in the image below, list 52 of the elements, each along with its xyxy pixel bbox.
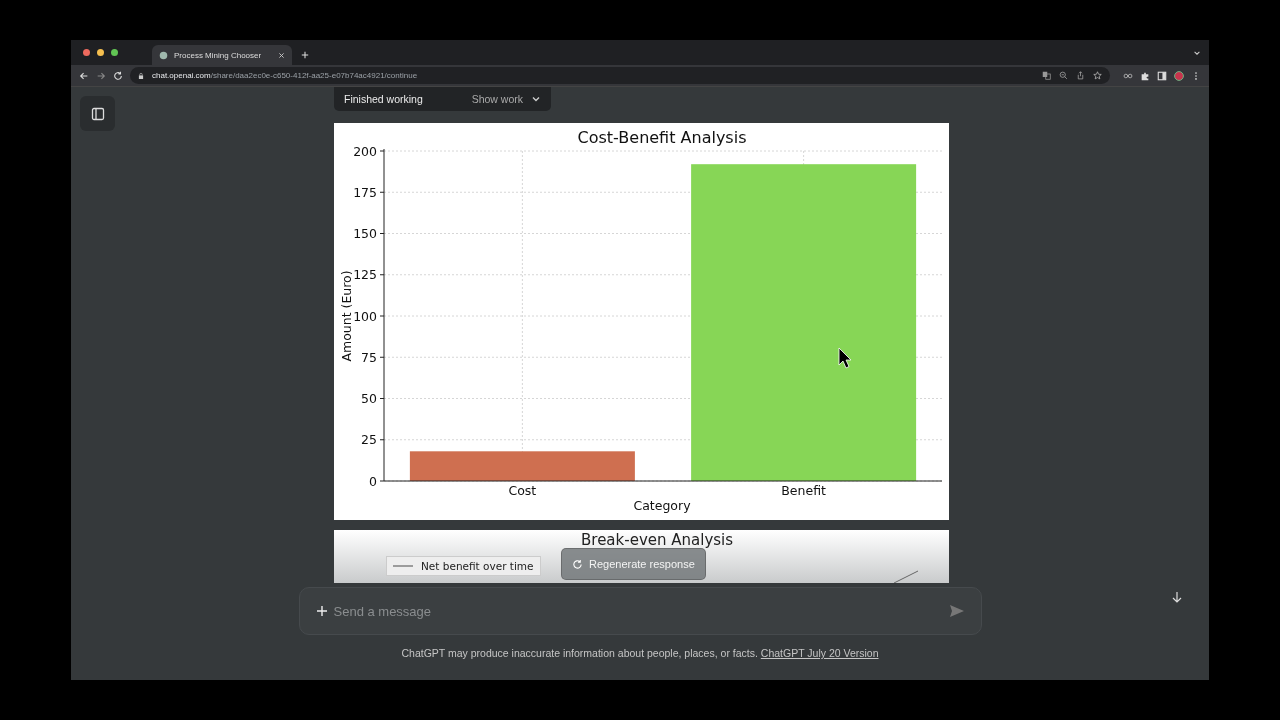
url-text: chat.openai.com/share/daa2ec0e-c650-412f-aa25-e07b74ac4921/continue: [152, 71, 418, 80]
y-tick-label: 100: [353, 308, 377, 324]
y-tick-label: 150: [353, 226, 377, 241]
y-tick-label: 0: [369, 473, 377, 489]
lock-icon: [138, 71, 144, 80]
close-window-button[interactable]: [83, 49, 90, 56]
forward-arrow-icon[interactable]: [96, 70, 106, 81]
sidebar-toggle-button[interactable]: [80, 96, 115, 131]
legend-line-icon: [393, 564, 413, 568]
minimize-window-button[interactable]: [97, 49, 104, 56]
legend-label: Net benefit over time: [421, 560, 534, 572]
chevron-down-icon: [531, 94, 541, 104]
message-composer-field[interactable]: Send a message: [298, 587, 982, 635]
puzzle-piece-icon[interactable]: [1140, 70, 1150, 81]
zoom-out-icon[interactable]: [1059, 71, 1068, 80]
y-tick-label: 125: [353, 267, 377, 283]
address-bar[interactable]: chat.openai.com/share/daa2ec0e-c650-412f-aa25-e07b74ac4921/continue: [130, 67, 1110, 84]
browser-tab[interactable]: Process Mining Chooser: [152, 45, 292, 65]
close-tab-icon[interactable]: [278, 51, 285, 59]
trend-line: [893, 570, 919, 583]
scroll-down-arrow-icon[interactable]: [1171, 591, 1183, 603]
share-icon[interactable]: [1076, 71, 1085, 80]
y-tick-label: 200: [353, 143, 377, 159]
profile-avatar-icon[interactable]: [1174, 70, 1184, 81]
disclaimer-text: ChatGPT may produce inaccurate information about people, places, or facts. ChatGPT July 20 Version: [401, 647, 879, 659]
y-tick-label: 75: [361, 349, 377, 365]
new-tab-icon[interactable]: [301, 51, 309, 59]
bookmark-star-icon[interactable]: [1093, 71, 1102, 80]
x-axis-title: Category: [633, 498, 691, 513]
chart-title: Cost-Benefit Analysis: [577, 128, 747, 147]
show-work-button[interactable]: Show work: [471, 93, 541, 105]
zoom-window-button[interactable]: [111, 49, 118, 56]
x-tick-label: Cost: [508, 483, 537, 498]
work-status-label: Finished working: [344, 93, 423, 105]
tab-list-chevron-icon[interactable]: [1193, 49, 1201, 57]
reload-icon[interactable]: [113, 70, 123, 81]
y-axis-title: Amount (Euro): [339, 270, 354, 362]
site-favicon-icon: [159, 50, 168, 60]
message-input-field[interactable]: Send a message: [331, 602, 945, 620]
chart-title: Break-even Analysis: [581, 531, 734, 549]
y-tick-label: 50: [361, 391, 377, 406]
mouse-cursor-icon: [838, 347, 852, 369]
y-tick-label: 175: [353, 184, 377, 200]
sidebar-icon: [90, 106, 105, 121]
refresh-icon: [572, 558, 583, 570]
side-panel-icon[interactable]: [1157, 70, 1167, 81]
y-tick-label: 25: [361, 432, 377, 448]
translate-icon[interactable]: [1042, 71, 1051, 80]
x-tick-label: Benefit: [781, 483, 826, 498]
plus-icon[interactable]: [315, 605, 328, 617]
version-link[interactable]: ChatGPT July 20 Version: [760, 647, 879, 659]
back-arrow-icon[interactable]: [79, 70, 89, 81]
